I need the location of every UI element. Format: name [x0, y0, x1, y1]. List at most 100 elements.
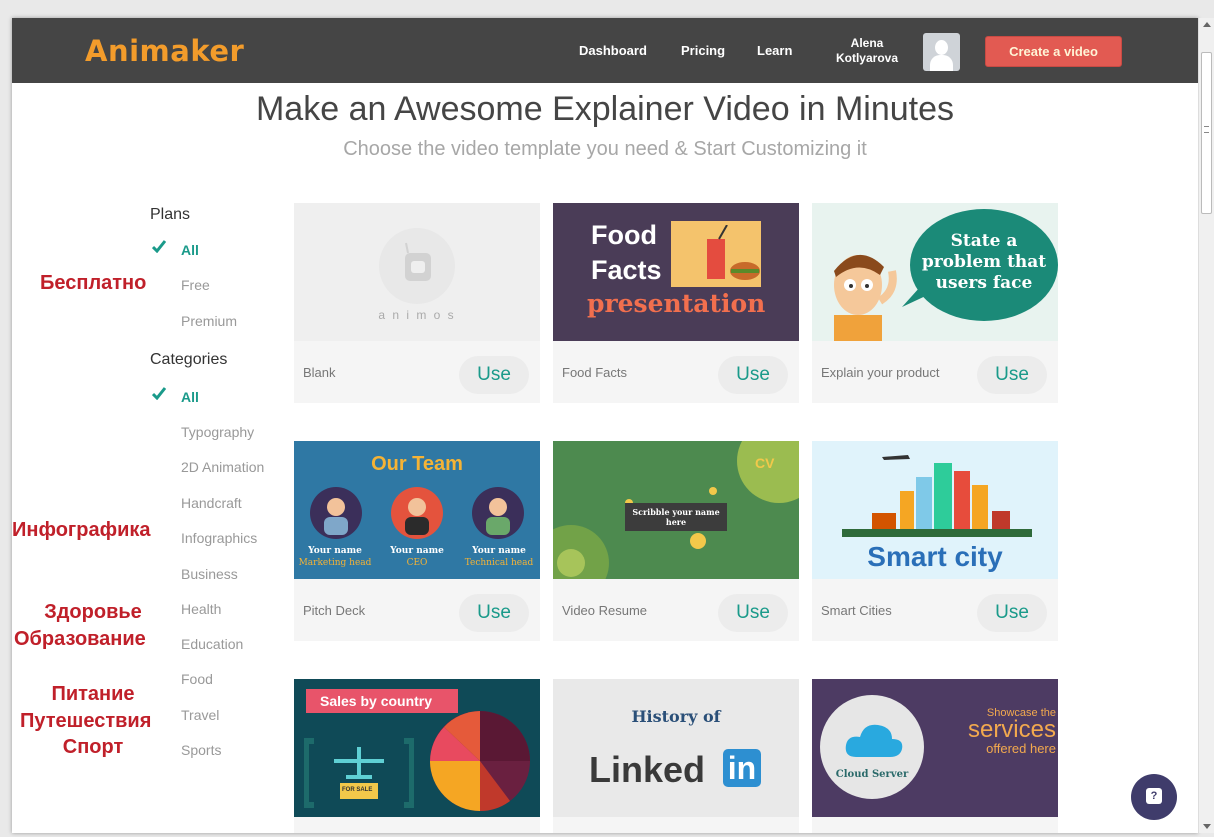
card-title: Pitch Deck — [303, 603, 366, 618]
category-health[interactable]: Health — [181, 601, 221, 617]
use-button[interactable]: Use — [977, 356, 1047, 394]
annotation-food: Питание — [51, 683, 135, 705]
thumb-explain-line1: State a — [950, 231, 1018, 251]
template-card[interactable]: Cloud Server Showcase the services offer… — [812, 679, 1058, 833]
user-last-name: Kotlyarova — [835, 51, 899, 65]
thumb-food-line2: Facts — [591, 255, 662, 285]
annotation-health: Здоровье — [44, 601, 142, 623]
question-bubble-icon: ? — [1146, 788, 1162, 804]
check-icon — [152, 240, 166, 253]
use-button[interactable]: Use — [459, 594, 529, 632]
member-role: CEO — [406, 558, 428, 568]
scroll-down-arrow-icon[interactable] — [1203, 824, 1211, 829]
plan-all[interactable]: All — [181, 242, 199, 258]
annotation-infographics: Инфографика — [12, 519, 151, 541]
category-typography[interactable]: Typography — [181, 424, 254, 440]
use-button[interactable]: Use — [718, 356, 788, 394]
scroll-up-arrow-icon[interactable] — [1203, 22, 1211, 27]
nav-pricing[interactable]: Pricing — [681, 43, 725, 58]
card-title: Blank — [303, 365, 336, 380]
thumb-explain-line3: users face — [935, 273, 1033, 293]
team-member-2: Your name CEO — [376, 545, 458, 569]
team-member-1: Your name Marketing head — [294, 545, 376, 569]
thumb-for-sale: FOR SALE — [342, 787, 373, 793]
member-name: Your name — [472, 546, 526, 556]
thumb-smart-city: Smart city — [867, 541, 1003, 572]
category-infographics[interactable]: Infographics — [181, 530, 257, 546]
thumbnail-linkedin-history[interactable]: History of Linked in — [553, 679, 799, 817]
help-chat-button[interactable]: ? — [1131, 774, 1177, 820]
avatar[interactable] — [923, 33, 960, 71]
template-card[interactable]: CV Scribble your name here Video Resume … — [553, 441, 799, 641]
category-travel[interactable]: Travel — [181, 707, 219, 723]
template-card[interactable]: State a problem that users face Explain … — [812, 203, 1058, 403]
thumb-food-line3: presentation — [587, 289, 766, 318]
card-title: Smart Cities — [821, 603, 892, 618]
thumbnail-video-resume[interactable]: CV Scribble your name here — [553, 441, 799, 579]
category-handcraft[interactable]: Handcraft — [181, 495, 242, 511]
avatar-body — [930, 55, 953, 71]
category-all[interactable]: All — [181, 389, 199, 405]
category-education[interactable]: Education — [181, 636, 243, 652]
member-role: Technical head — [464, 558, 534, 568]
linkedin-logo-icon: in — [723, 749, 761, 787]
man-thinking-icon — [834, 254, 897, 341]
category-food[interactable]: Food — [181, 671, 213, 687]
use-button[interactable]: Use — [718, 594, 788, 632]
template-card[interactable]: Smart city Smart Cities Use — [812, 441, 1058, 641]
thumbnail-blank[interactable]: a n i m o s — [294, 203, 540, 341]
thumb-resume-label: Scribble your name here — [625, 503, 727, 531]
create-video-button[interactable]: Create a video — [985, 36, 1122, 67]
thumbnail-smart-cities[interactable]: Smart city — [812, 441, 1058, 579]
thumb-services-line2: services — [967, 716, 1056, 743]
thumbnail-food-facts[interactable]: Food Facts presentation — [553, 203, 799, 341]
nav-learn[interactable]: Learn — [757, 43, 792, 58]
scrollbar-thumb[interactable] — [1201, 52, 1212, 214]
logo[interactable]: Animaker — [85, 34, 244, 68]
annotation-education: Образование — [14, 628, 146, 650]
thumb-resume-line2: here — [665, 517, 687, 527]
thumb-sales-title: Sales by country — [320, 693, 433, 709]
member-role: Marketing head — [298, 558, 372, 568]
animos-robot-icon — [379, 228, 455, 304]
thumb-cv: CV — [755, 455, 775, 471]
template-card[interactable]: Sales by country FOR SALE — [294, 679, 540, 833]
plans-title: Plans — [150, 206, 191, 223]
template-card[interactable]: Food Facts presentation Food Facts Use — [553, 203, 799, 403]
pie-chart-icon — [430, 711, 530, 811]
member-name: Your name — [390, 546, 444, 556]
card-title: Video Resume — [562, 603, 648, 618]
card-title: Food Facts — [562, 365, 628, 380]
plan-premium[interactable]: Premium — [181, 313, 237, 329]
cloud-icon — [845, 724, 903, 757]
card-title: Explain your product — [821, 365, 940, 380]
user-first-name: Alena — [850, 36, 884, 50]
nav-dashboard[interactable]: Dashboard — [579, 43, 647, 58]
thumbnail-pitch-deck[interactable]: Our Team Your name Marketing head Your n… — [294, 441, 540, 579]
thumbnail-sales-by-country[interactable]: Sales by country FOR SALE — [294, 679, 540, 817]
vertical-scrollbar[interactable] — [1198, 18, 1214, 833]
food-drink-icon — [707, 225, 760, 280]
category-business[interactable]: Business — [181, 566, 238, 582]
plan-free[interactable]: Free — [181, 277, 210, 293]
thumb-history-of: History of — [631, 707, 721, 726]
avatar-head — [935, 40, 948, 55]
category-2d-animation[interactable]: 2D Animation — [181, 459, 264, 475]
page-subtitle: Choose the video template you need & Sta… — [343, 138, 867, 160]
category-sports[interactable]: Sports — [181, 742, 221, 758]
team-avatars-icon — [310, 487, 524, 539]
team-member-3: Your name Technical head — [458, 545, 540, 569]
thumbnail-explain-product[interactable]: State a problem that users face — [812, 203, 1058, 341]
template-card[interactable]: Our Team Your name Marketing head Your n… — [294, 441, 540, 641]
user-name[interactable]: Alena Kotlyarova — [827, 36, 907, 66]
template-card[interactable]: a n i m o s Blank Use — [294, 203, 540, 403]
template-card[interactable]: History of Linked in — [553, 679, 799, 833]
use-button[interactable]: Use — [977, 594, 1047, 632]
use-button[interactable]: Use — [459, 356, 529, 394]
plane-sale-icon — [304, 738, 414, 808]
annotation-sports: Спорт — [62, 736, 124, 758]
categories-title: Categories — [150, 351, 228, 368]
thumbnail-cloud-server[interactable]: Cloud Server Showcase the services offer… — [812, 679, 1058, 817]
member-name: Your name — [308, 546, 362, 556]
thumb-services-text: Showcase the services offered here — [968, 707, 1056, 756]
